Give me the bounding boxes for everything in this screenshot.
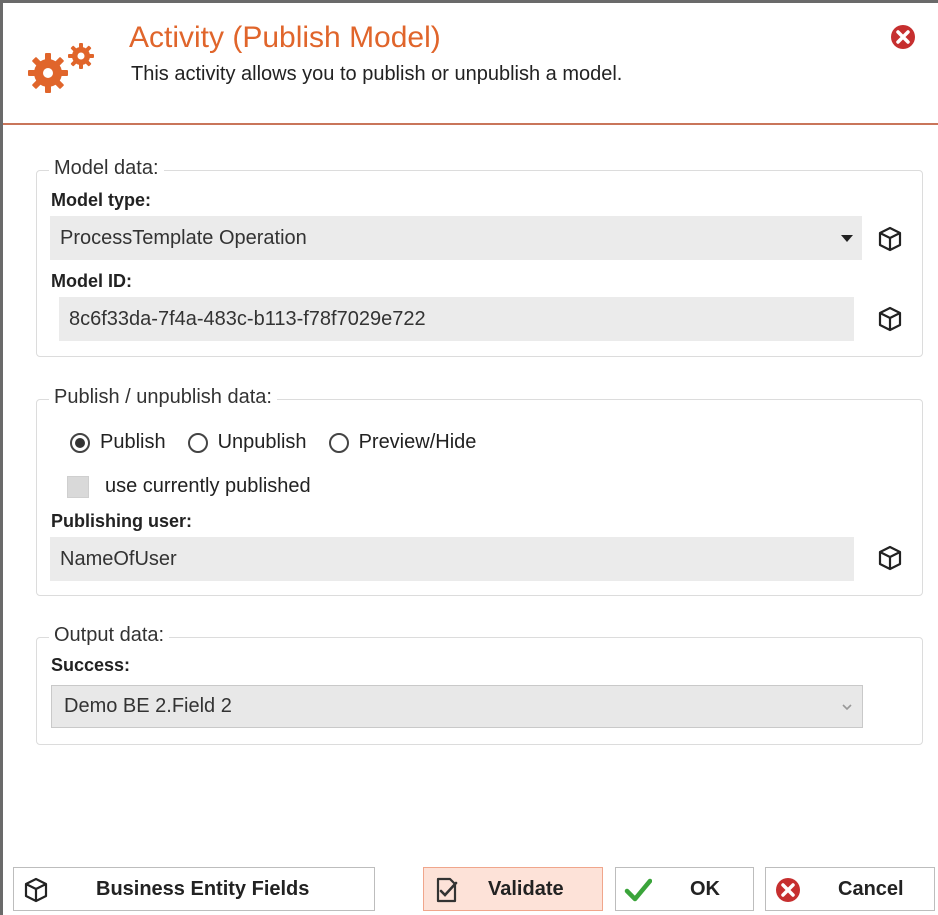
success-value: Demo BE 2.Field 2	[64, 695, 232, 717]
preview-hide-radio[interactable]: Preview/Hide	[328, 431, 477, 454]
validate-button[interactable]: Validate	[423, 867, 603, 911]
model-id-value: 8c6f33da-7f4a-483c-b113-f78f7029e722	[69, 307, 426, 330]
ok-button[interactable]: OK	[615, 867, 754, 911]
success-label: Success:	[51, 655, 131, 675]
publish-radio-label: Publish	[100, 431, 166, 453]
preview-hide-radio-label: Preview/Hide	[358, 431, 477, 453]
radio-selected-icon	[70, 432, 90, 453]
publish-data-legend: Publish / unpublish data:	[49, 386, 277, 409]
output-data-legend: Output data:	[49, 624, 170, 647]
use-current-row: use currently published	[67, 475, 311, 498]
validate-label: Validate	[488, 878, 564, 900]
dialog-header: Activity (Publish Model) This activity a…	[3, 3, 938, 125]
model-id-label: Model ID:	[51, 271, 132, 291]
chevron-down-icon	[842, 703, 852, 710]
business-entity-fields-button[interactable]: Business Entity Fields	[13, 867, 375, 911]
publish-radio[interactable]: Publish	[70, 431, 166, 454]
publishing-user-label: Publishing user:	[51, 511, 193, 531]
caret-down-icon	[841, 235, 853, 242]
success-select[interactable]: Demo BE 2.Field 2	[51, 685, 863, 728]
close-icon[interactable]	[889, 23, 917, 51]
cube-icon[interactable]	[877, 306, 903, 332]
dialog-subtitle: This activity allows you to publish or u…	[131, 63, 623, 85]
radio-unselected-icon	[328, 432, 349, 453]
model-id-field[interactable]: 8c6f33da-7f4a-483c-b113-f78f7029e722	[59, 297, 854, 341]
ok-label: OK	[690, 878, 720, 900]
publishing-user-field[interactable]: NameOfUser	[50, 537, 854, 581]
cancel-label: Cancel	[838, 878, 904, 900]
radio-unselected-icon	[187, 432, 208, 453]
activity-dialog: Activity (Publish Model) This activity a…	[0, 0, 938, 915]
use-current-checkbox[interactable]	[67, 475, 89, 498]
gears-icon	[28, 43, 94, 93]
cancel-icon	[776, 878, 800, 902]
model-type-value: ProcessTemplate Operation	[60, 226, 307, 249]
cube-icon[interactable]	[877, 545, 903, 571]
model-data-legend: Model data:	[49, 157, 164, 180]
cube-icon[interactable]	[877, 226, 903, 252]
business-entity-fields-label: Business Entity Fields	[96, 878, 310, 900]
publish-mode-radio-group: Publish Unpublish Preview/Hide	[70, 431, 498, 454]
use-current-label: use currently published	[105, 475, 311, 497]
validate-icon	[436, 877, 458, 903]
model-type-select[interactable]: ProcessTemplate Operation	[50, 216, 862, 260]
cancel-button[interactable]: Cancel	[765, 867, 935, 911]
checkmark-icon	[624, 878, 652, 902]
unpublish-radio-label: Unpublish	[217, 431, 307, 453]
cube-icon	[24, 877, 48, 903]
unpublish-radio[interactable]: Unpublish	[187, 431, 307, 454]
dialog-footer: Business Entity Fields Validate OK Cance…	[3, 865, 938, 915]
publishing-user-value: NameOfUser	[60, 547, 177, 570]
model-type-label: Model type:	[51, 190, 152, 210]
dialog-title: Activity (Publish Model)	[129, 21, 441, 54]
